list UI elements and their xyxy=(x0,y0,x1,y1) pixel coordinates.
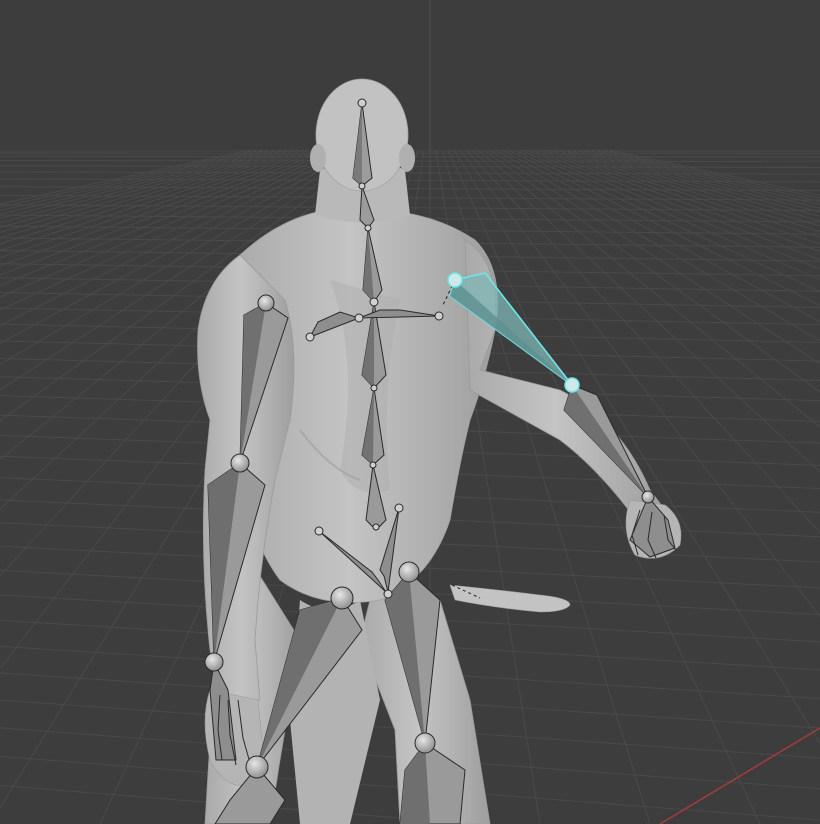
viewport-scene[interactable] xyxy=(0,0,820,824)
x-axis-line xyxy=(659,727,820,824)
3d-viewport[interactable] xyxy=(0,0,820,824)
grid-line xyxy=(483,149,820,393)
grid-line xyxy=(447,149,761,824)
